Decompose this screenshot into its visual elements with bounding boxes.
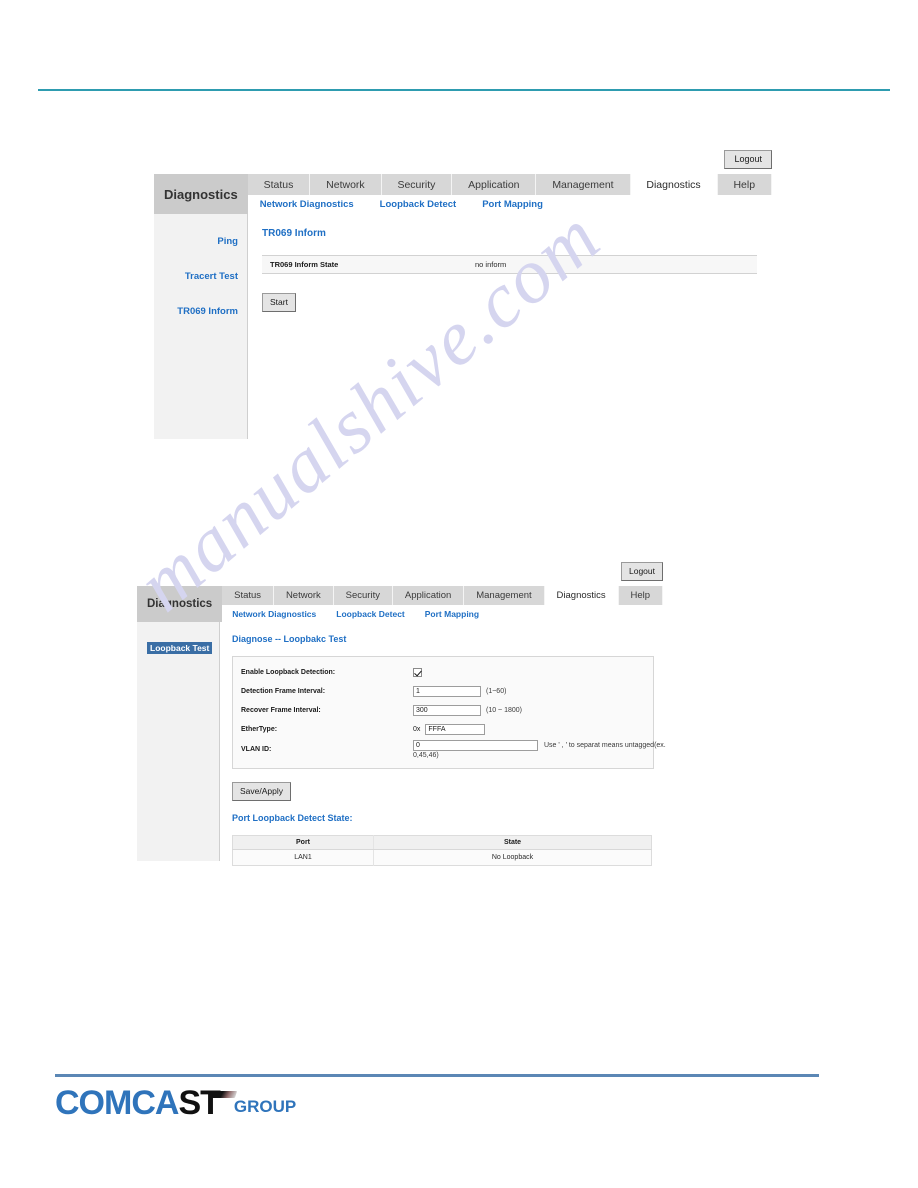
logout-button[interactable]: Logout <box>724 150 772 169</box>
sidebar-b: Loopback Test <box>137 622 220 861</box>
port-loopback-state-title: Port Loopback Detect State: <box>232 813 353 823</box>
nav-bar-b: Diagnostics Status Network Security Appl… <box>137 586 664 622</box>
tr069-state-table: TR069 Inform State no inform <box>262 255 757 274</box>
column-header-port: Port <box>232 835 374 850</box>
secondary-nav-b: Network Diagnostics Loopback Detect Port… <box>222 605 663 622</box>
subnav-port-mapping[interactable]: Port Mapping <box>482 199 543 210</box>
subnav-network-diagnostics[interactable]: Network Diagnostics <box>260 199 354 210</box>
vlan-id-label: VLAN ID: <box>241 746 272 753</box>
tab-diagnostics[interactable]: Diagnostics <box>630 174 718 195</box>
primary-tabs-a: Status Network Security Application Mana… <box>247 174 772 195</box>
subnav-loopback-detect[interactable]: Loopback Detect <box>336 609 405 619</box>
logo-text-st: ST <box>178 1084 238 1122</box>
body-b: Loopback Test Diagnose -- Loopbakc Test … <box>137 622 666 892</box>
ethertype-label: EtherType: <box>241 726 278 733</box>
recover-interval-hint: (10 ~ 1800) <box>486 707 522 714</box>
nav-columns-a: Status Network Security Application Mana… <box>247 174 772 214</box>
tab-help[interactable]: Help <box>718 174 772 195</box>
logout-row-a: Logout <box>154 150 772 174</box>
cell-state: No Loopback <box>373 849 652 866</box>
tab-network[interactable]: Network <box>310 174 382 195</box>
recover-interval-input[interactable] <box>413 705 481 716</box>
brand-label-b: Diagnostics <box>137 586 223 622</box>
sidebar-a: Ping Tracert Test TR069 Inform <box>154 214 248 439</box>
tr069-state-label: TR069 Inform State <box>270 260 339 269</box>
sidebar-item-tr069-inform[interactable]: TR069 Inform <box>154 306 247 317</box>
loopback-settings-form: Enable Loopback Detection: Detection Fra… <box>232 656 666 769</box>
secondary-nav-a: Network Diagnostics Loopback Detect Port… <box>247 195 772 214</box>
content-b: Diagnose -- Loopbakc Test Enable Loopbac… <box>220 622 666 892</box>
detection-interval-label: Detection Frame Interval: <box>241 688 326 695</box>
tab-security[interactable]: Security <box>334 586 393 605</box>
primary-tabs-b: Status Network Security Application Mana… <box>222 586 664 605</box>
start-button[interactable]: Start <box>262 293 296 312</box>
column-header-state: State <box>373 835 652 850</box>
tab-application[interactable]: Application <box>393 586 465 605</box>
content-a: TR069 Inform TR069 Inform State no infor… <box>248 214 772 439</box>
logo-text-group: GROUP <box>233 1097 297 1116</box>
page-title-tr069: TR069 Inform <box>262 228 326 239</box>
tab-status[interactable]: Status <box>222 586 274 605</box>
brand-label-a: Diagnostics <box>154 174 248 214</box>
tab-management[interactable]: Management <box>464 586 545 605</box>
tab-help[interactable]: Help <box>619 586 664 605</box>
save-apply-button[interactable]: Save/Apply <box>232 782 291 801</box>
screenshot-loopback-test: Logout Diagnostics Status Network Securi… <box>137 562 666 892</box>
ethertype-prefix: 0x <box>413 726 421 733</box>
tr069-state-value: no inform <box>475 260 507 269</box>
body-a: Ping Tracert Test TR069 Inform TR069 Inf… <box>154 214 772 439</box>
logout-row-b: Logout <box>137 562 663 586</box>
table-header-row: Port State <box>232 835 652 850</box>
row-enable-loopback: Enable Loopback Detection: <box>233 663 653 682</box>
logout-button[interactable]: Logout <box>621 562 663 581</box>
sidebar-item-loopback-test[interactable]: Loopback Test <box>147 642 213 654</box>
subnav-port-mapping[interactable]: Port Mapping <box>425 609 479 619</box>
enable-loopback-checkbox[interactable] <box>413 668 422 677</box>
content-bottom-spacer <box>232 866 663 892</box>
row-recover-interval: Recover Frame Interval: (10 ~ 1800) <box>233 701 653 720</box>
page-title-loopback: Diagnose -- Loopbakc Test <box>232 634 347 644</box>
bottom-divider-rule <box>55 1074 819 1077</box>
screenshot-tr069-inform: Logout Diagnostics Status Network Securi… <box>154 150 772 439</box>
logo-st-glyphs: ST <box>178 1084 220 1122</box>
logo-text-comca: COMCA <box>55 1084 179 1122</box>
detection-interval-hint: (1~60) <box>486 688 507 695</box>
nav-bar-a: Diagnostics Status Network Security Appl… <box>154 174 772 214</box>
row-ethertype: EtherType: 0x <box>233 720 653 739</box>
cell-port: LAN1 <box>232 849 374 866</box>
tab-application[interactable]: Application <box>452 174 537 195</box>
tab-status[interactable]: Status <box>248 174 311 195</box>
logo-swoosh-icon <box>208 1091 238 1098</box>
detection-interval-input[interactable] <box>413 686 481 697</box>
sidebar-item-ping[interactable]: Ping <box>154 236 247 247</box>
sidebar-item-tracert-test[interactable]: Tracert Test <box>154 271 247 282</box>
ethertype-input[interactable] <box>425 724 486 735</box>
tab-network[interactable]: Network <box>274 586 334 605</box>
vlan-id-hint-line-1: Use ' , ' to separat means untagged(ex. <box>544 742 666 749</box>
subnav-loopback-detect[interactable]: Loopback Detect <box>380 199 457 210</box>
vlan-id-hint-line-2: 0,45,46) <box>413 752 439 759</box>
tab-diagnostics[interactable]: Diagnostics <box>544 586 619 605</box>
enable-loopback-label: Enable Loopback Detection: <box>241 669 336 676</box>
tab-security[interactable]: Security <box>382 174 453 195</box>
port-loopback-state-table: Port State LAN1 No Loopback <box>232 835 652 866</box>
vlan-id-input[interactable] <box>413 740 538 751</box>
recover-interval-label: Recover Frame Interval: <box>241 707 321 714</box>
comcast-group-logo: COMCA ST GROUP <box>55 1086 296 1120</box>
table-row: LAN1 No Loopback <box>232 849 652 866</box>
tab-management[interactable]: Management <box>536 174 631 195</box>
top-divider-rule <box>38 89 890 91</box>
row-vlan-id: VLAN ID: Use ' , ' to separat means unta… <box>233 739 666 760</box>
nav-columns-b: Status Network Security Application Mana… <box>222 586 664 622</box>
row-detection-interval: Detection Frame Interval: (1~60) <box>233 682 653 701</box>
subnav-network-diagnostics[interactable]: Network Diagnostics <box>232 609 316 619</box>
